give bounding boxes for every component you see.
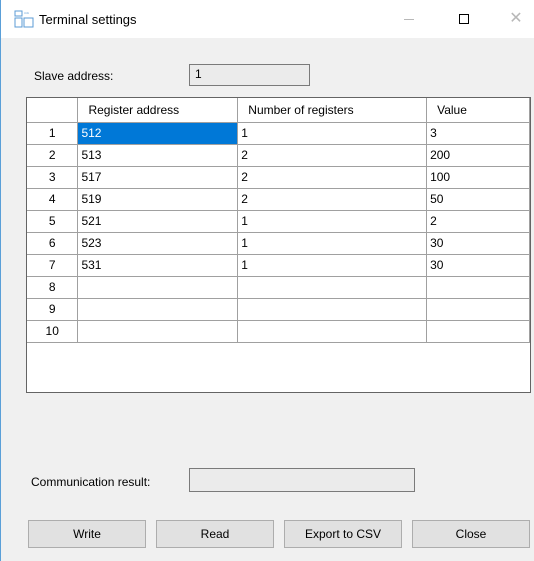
value-cell[interactable] [426,320,530,343]
value-cell[interactable]: 3 [426,122,530,145]
table-row: 3 517 2 100 [27,166,530,189]
register-address-cell[interactable]: 531 [77,254,239,277]
row-header[interactable]: 10 [27,320,79,343]
communication-result-label: Communication result: [31,475,151,489]
number-of-registers-cell[interactable]: 1 [237,210,428,233]
table-header-row: Register address Number of registers Val… [27,98,530,123]
header-corner-cell[interactable] [27,98,79,123]
row-header[interactable]: 6 [27,232,79,255]
title-bar[interactable]: ᵐᵇ Terminal settings ✕ [1,0,534,38]
close-icon: ✕ [509,10,523,27]
maximize-icon [459,14,469,24]
register-grid[interactable]: Register address Number of registers Val… [26,97,531,393]
value-cell[interactable]: 30 [426,254,530,277]
number-of-registers-cell[interactable]: 1 [237,254,428,277]
value-cell[interactable]: 100 [426,166,530,189]
table-row: 5 521 1 2 [27,210,530,233]
row-header[interactable]: 8 [27,276,79,299]
register-table: Register address Number of registers Val… [27,98,530,343]
row-header[interactable]: 9 [27,298,79,321]
register-address-cell[interactable]: 519 [77,188,239,211]
column-header-number-of-registers[interactable]: Number of registers [237,98,428,123]
slave-address-label: Slave address: [34,69,114,83]
value-cell[interactable]: 50 [426,188,530,211]
value-cell[interactable] [426,298,530,321]
value-cell[interactable] [426,276,530,299]
export-to-csv-button[interactable]: Export to CSV [284,520,402,548]
row-header[interactable]: 7 [27,254,79,277]
value-cell[interactable]: 2 [426,210,530,233]
table-row: 2 513 2 200 [27,144,530,167]
register-address-cell[interactable]: 517 [77,166,239,189]
table-row: 8 [27,276,530,299]
register-address-cell[interactable]: 523 [77,232,239,255]
number-of-registers-cell[interactable]: 1 [237,232,428,255]
row-header[interactable]: 5 [27,210,79,233]
row-header[interactable]: 2 [27,144,79,167]
number-of-registers-cell[interactable]: 2 [237,188,428,211]
table-row: 9 [27,298,530,321]
close-window-button[interactable]: ✕ [493,0,534,38]
register-address-cell[interactable] [77,320,239,343]
minimize-button[interactable] [386,0,432,38]
close-button[interactable]: Close [412,520,530,548]
terminal-app-icon: ᵐᵇ [14,10,34,28]
column-header-register-address[interactable]: Register address [77,98,239,123]
table-row: 6 523 1 30 [27,232,530,255]
table-row: 10 [27,320,530,343]
number-of-registers-cell[interactable]: 1 [237,122,428,145]
register-address-cell[interactable]: 513 [77,144,239,167]
register-address-cell[interactable]: 521 [77,210,239,233]
communication-result-field[interactable] [189,468,415,492]
table-row: 7 531 1 30 [27,254,530,277]
value-cell[interactable]: 200 [426,144,530,167]
maximize-button[interactable] [441,0,487,38]
window-title: Terminal settings [39,12,137,27]
slave-address-field[interactable]: 1 [189,64,310,86]
register-address-cell[interactable]: 512 [77,122,239,145]
number-of-registers-cell[interactable]: 2 [237,144,428,167]
value-cell[interactable]: 30 [426,232,530,255]
row-header[interactable]: 4 [27,188,79,211]
row-header[interactable]: 3 [27,166,79,189]
number-of-registers-cell[interactable]: 2 [237,166,428,189]
write-button[interactable]: Write [28,520,146,548]
terminal-settings-window: ᵐᵇ Terminal settings ✕ Slave address: 1 [0,0,534,561]
read-button[interactable]: Read [156,520,274,548]
register-address-cell[interactable] [77,298,239,321]
row-header[interactable]: 1 [27,122,79,145]
table-row: 1 512 1 3 [27,122,530,145]
register-address-cell[interactable] [77,276,239,299]
number-of-registers-cell[interactable] [237,276,428,299]
column-header-value[interactable]: Value [426,98,530,123]
minimize-icon [404,18,414,20]
number-of-registers-cell[interactable] [237,298,428,321]
svg-text:ᵐᵇ: ᵐᵇ [24,12,29,18]
number-of-registers-cell[interactable] [237,320,428,343]
table-row: 4 519 2 50 [27,188,530,211]
